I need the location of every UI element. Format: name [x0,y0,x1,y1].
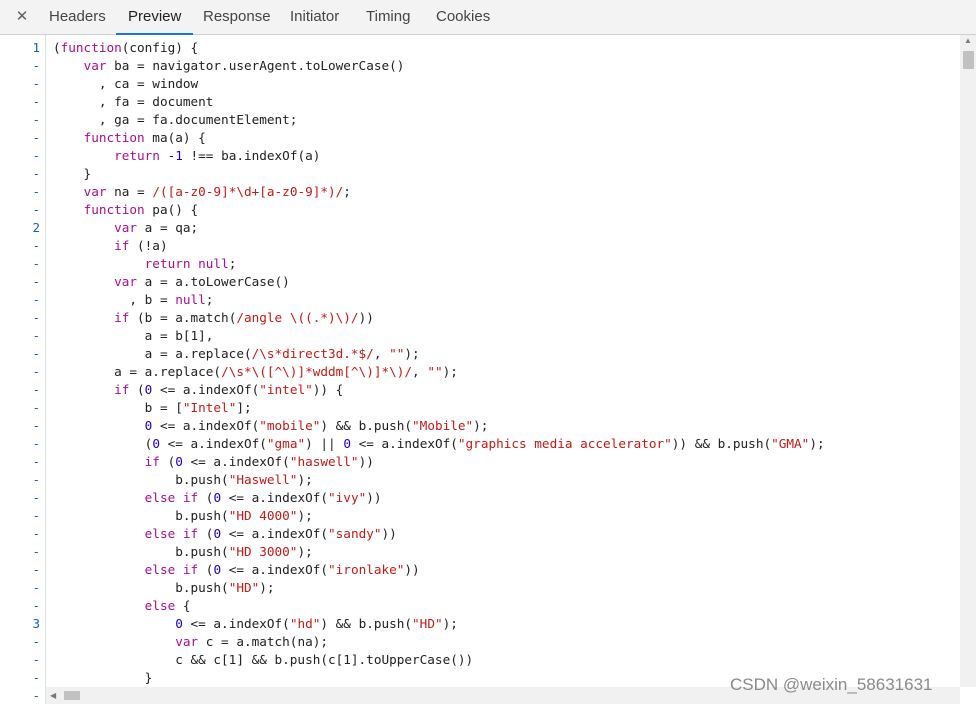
arrow-left-icon[interactable]: ◀ [50,687,60,704]
code-line: else { [144,598,191,613]
code-line: (function(config) { [53,40,199,55]
line-number: - [32,202,40,217]
code-line: } [53,670,153,685]
code-line: b.push("HD"); [53,580,275,595]
line-number: - [32,544,40,559]
line-number: - [32,94,40,109]
horizontal-scroll-thumb[interactable] [64,691,80,700]
code-line: else if (0 <= a.indexOf("ivy")) [144,490,382,505]
line-number: - [32,418,40,433]
code-line: return -1 !== ba.indexOf(a) [114,148,321,163]
line-number: - [32,472,40,487]
line-number: - [32,526,40,541]
arrow-up-icon[interactable]: ▲ [960,35,976,47]
line-number: - [32,490,40,505]
code-line: if (0 <= a.indexOf("haswell")) [144,454,374,469]
code-line: b.push("Haswell"); [53,472,313,487]
line-number: 1 [32,40,40,55]
line-number: - [32,58,40,73]
code-line: else if (0 <= a.indexOf("sandy")) [144,526,397,541]
line-number: - [32,238,40,253]
line-number: - [32,508,40,523]
close-icon[interactable]: ✕ [10,6,34,28]
code-line: b.push("HD 3000"); [53,544,313,559]
code-line: , fa = document [53,94,214,109]
line-number: - [32,256,40,271]
code-line: , ca = window [53,76,199,91]
tab-response[interactable]: Response [191,0,283,34]
code-line: if (0 <= a.indexOf("intel")) { [114,382,344,397]
line-number: - [32,436,40,451]
code-line: return null; [144,256,237,271]
line-number: - [32,364,40,379]
line-number: - [32,148,40,163]
line-number: - [32,454,40,469]
vertical-scrollbar[interactable]: ▲ [960,35,976,687]
devtools-tab-bar: ✕ Headers Preview Response Initiator Tim… [0,0,976,35]
line-number: - [32,76,40,91]
line-number: - [32,670,40,685]
code-line: var ba = navigator.userAgent.toLowerCase… [83,58,405,73]
line-number: - [32,292,40,307]
tab-timing[interactable]: Timing [354,0,422,34]
line-number-gutter: 1---------2---------------------3----- [0,35,46,704]
line-number: - [32,598,40,613]
code-line: var na = /([a-z0-9]*\d+[a-z0-9]*)/; [83,184,351,199]
tab-preview[interactable]: Preview [116,0,194,35]
line-number: - [32,112,40,127]
code-line: var a = a.toLowerCase() [114,274,290,289]
line-number: - [32,382,40,397]
code-content[interactable]: (function(config) { var ba = navigator.u… [53,35,958,685]
line-number: - [32,328,40,343]
line-number: - [32,130,40,145]
code-line: var c = a.match(na); [175,634,328,649]
code-line: if (b = a.match(/angle \((.*)\)/)) [114,310,374,325]
tab-cookies[interactable]: Cookies [424,0,502,34]
code-line: (0 <= a.indexOf("gma") || 0 <= a.indexOf… [53,436,825,451]
line-number: - [32,274,40,289]
line-number: - [32,166,40,181]
code-line: 0 <= a.indexOf("hd") && b.push("HD"); [175,616,458,631]
line-number: - [32,400,40,415]
code-line: if (!a) [114,238,168,253]
line-number: - [32,580,40,595]
line-number: - [32,634,40,649]
line-number: 3 [32,616,40,631]
line-number: - [32,184,40,199]
code-line: function ma(a) { [83,130,206,145]
line-number: - [32,688,40,703]
watermark: CSDN @weixin_58631631 [730,675,933,694]
code-line: a = b[1], [53,328,214,343]
code-viewer[interactable]: 1---------2---------------------3----- (… [0,35,976,704]
line-number: 2 [32,220,40,235]
code-line: b.push("HD 4000"); [53,508,313,523]
code-line: a = a.replace(/\s*direct3d.*$/, ""); [53,346,420,361]
tab-headers[interactable]: Headers [37,0,118,34]
code-line: c && c[1] && b.push(c[1].toUpperCase()) [53,652,474,667]
code-line: , ga = fa.documentElement; [53,112,298,127]
code-line: , b = null; [53,292,214,307]
line-number: - [32,346,40,361]
code-line: 0 <= a.indexOf("mobile") && b.push("Mobi… [144,418,489,433]
code-line: b = ["Intel"]; [53,400,252,415]
code-line: function pa() { [83,202,199,217]
line-number: - [32,310,40,325]
tab-initiator[interactable]: Initiator [278,0,351,34]
vertical-scroll-thumb[interactable] [963,51,974,69]
line-number: - [32,652,40,667]
code-line: a = a.replace(/\s*\([^\)]*wddm[^\)]*\)/,… [53,364,458,379]
line-number: - [32,562,40,577]
code-line: } [53,166,92,181]
code-line: else if (0 <= a.indexOf("ironlake")) [144,562,420,577]
code-line: var a = qa; [114,220,199,235]
